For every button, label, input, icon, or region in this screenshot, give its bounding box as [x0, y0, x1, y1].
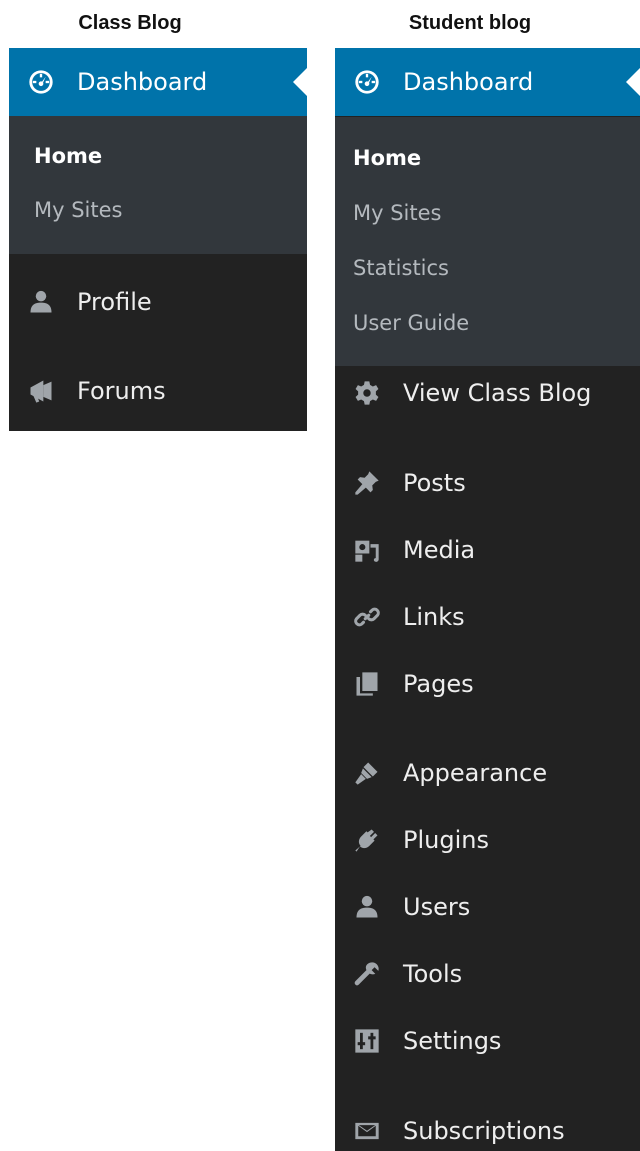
- user-icon: [352, 892, 382, 922]
- pages-label: Pages: [403, 670, 474, 698]
- student-menu-appearance[interactable]: Appearance: [335, 745, 640, 801]
- pages-icon: [352, 669, 382, 699]
- paintbrush-icon: [352, 758, 382, 788]
- student-menu-pages[interactable]: Pages: [335, 656, 640, 712]
- subscriptions-label: Subscriptions: [403, 1117, 565, 1145]
- student-submenu-home[interactable]: Home: [353, 148, 421, 169]
- student-submenu-user-guide[interactable]: User Guide: [353, 313, 469, 334]
- class-blog-title: Class Blog: [78, 12, 182, 34]
- media-label: Media: [403, 536, 476, 564]
- envelope-icon: [352, 1116, 382, 1146]
- class-menu-forums[interactable]: Forums: [9, 363, 307, 419]
- class-menu-profile[interactable]: Profile: [9, 274, 307, 330]
- student-dashboard-submenu: Home My Sites Statistics User Guide: [335, 117, 640, 366]
- student-menu-tools[interactable]: Tools: [335, 946, 640, 1002]
- posts-label: Posts: [403, 469, 466, 497]
- settings-sliders-icon: [352, 1026, 382, 1056]
- class-submenu-my-sites[interactable]: My Sites: [34, 200, 122, 221]
- class-menu-dashboard[interactable]: Dashboard: [9, 48, 307, 116]
- megaphone-icon: [26, 376, 56, 406]
- plugins-label: Plugins: [403, 826, 489, 854]
- student-menu-subscriptions[interactable]: Subscriptions: [335, 1103, 640, 1151]
- class-submenu-home[interactable]: Home: [34, 146, 102, 167]
- gear-icon: [352, 378, 382, 408]
- student-menu-links[interactable]: Links: [335, 589, 640, 645]
- forums-label: Forums: [77, 377, 166, 405]
- student-menu-plugins[interactable]: Plugins: [335, 812, 640, 868]
- dashboard-gauge-icon: [26, 67, 56, 97]
- pushpin-icon: [352, 468, 382, 498]
- profile-label: Profile: [77, 288, 152, 316]
- user-icon: [26, 287, 56, 317]
- media-icon: [352, 535, 382, 565]
- dashboard-label: Dashboard: [403, 68, 534, 96]
- link-icon: [352, 602, 382, 632]
- student-menu-media[interactable]: Media: [335, 522, 640, 578]
- users-label: Users: [403, 893, 471, 921]
- student-menu-posts[interactable]: Posts: [335, 455, 640, 511]
- student-menu-view-class-blog[interactable]: View Class Blog: [335, 365, 640, 421]
- view-class-blog-label: View Class Blog: [403, 379, 592, 407]
- student-submenu-statistics[interactable]: Statistics: [353, 258, 449, 279]
- student-submenu-my-sites[interactable]: My Sites: [353, 203, 441, 224]
- student-menu-settings[interactable]: Settings: [335, 1013, 640, 1069]
- links-label: Links: [403, 603, 465, 631]
- settings-label: Settings: [403, 1027, 502, 1055]
- tools-label: Tools: [403, 960, 463, 988]
- student-menu-dashboard[interactable]: Dashboard: [335, 48, 640, 116]
- dashboard-label: Dashboard: [77, 68, 208, 96]
- student-blog-admin-menu: Dashboard Home My Sites Statistics User …: [335, 48, 640, 1151]
- class-blog-admin-menu: Dashboard Home My Sites Profile Forums: [9, 48, 307, 431]
- dashboard-gauge-icon: [352, 67, 382, 97]
- wrench-icon: [352, 959, 382, 989]
- student-blog-title: Student blog: [408, 12, 532, 34]
- class-dashboard-submenu: Home My Sites: [9, 116, 307, 254]
- student-menu-users[interactable]: Users: [335, 879, 640, 935]
- plugin-icon: [352, 825, 382, 855]
- appearance-label: Appearance: [403, 759, 548, 787]
